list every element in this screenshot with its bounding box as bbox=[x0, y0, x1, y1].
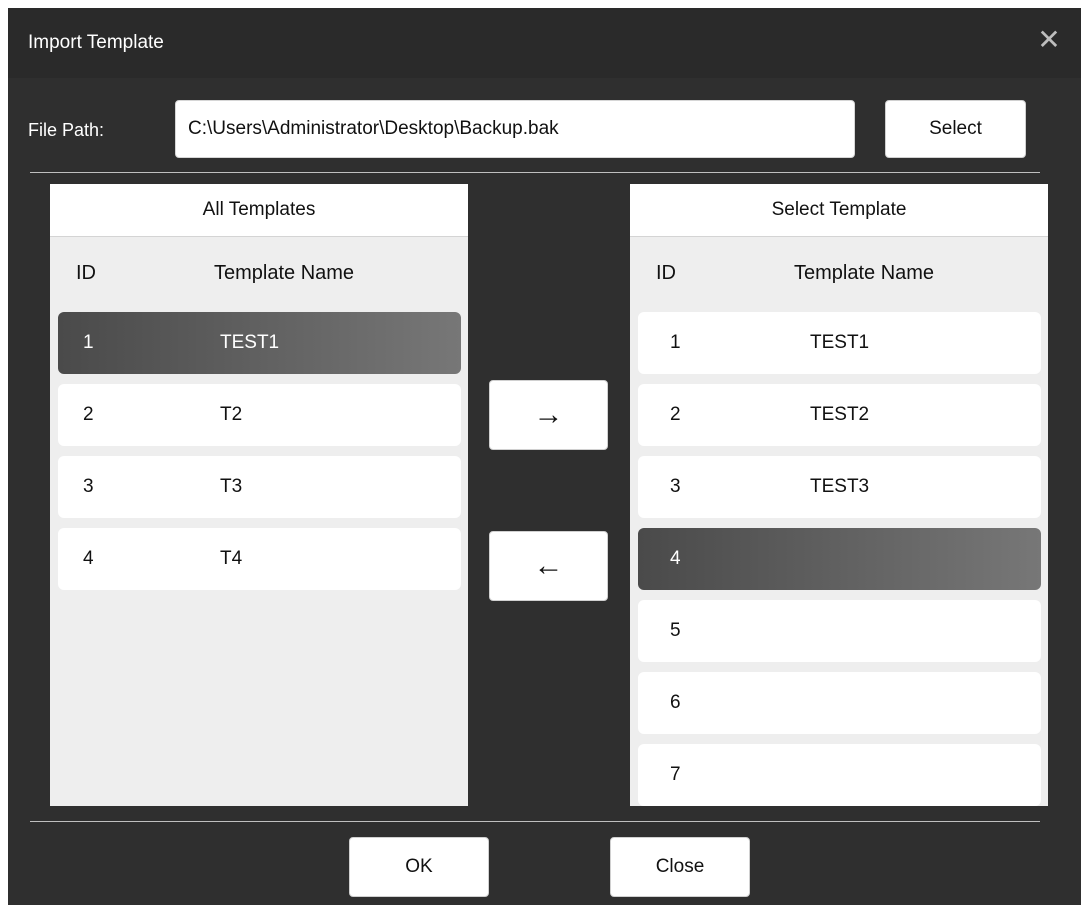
row-id: 4 bbox=[670, 548, 681, 569]
remove-from-selection-button[interactable]: ← bbox=[489, 531, 608, 601]
row-id: 5 bbox=[670, 620, 681, 641]
row-template-name: TEST2 bbox=[810, 404, 870, 425]
dialog-title: Import Template bbox=[28, 32, 164, 53]
row-template-name: T2 bbox=[220, 404, 243, 425]
import-template-dialog: Import Template ✕ File Path: Select All … bbox=[8, 8, 1081, 905]
template-row[interactable]: 6 bbox=[638, 672, 1041, 734]
id-column-header: ID bbox=[656, 262, 676, 284]
ok-button[interactable]: OK bbox=[349, 837, 489, 897]
row-template-name: T4 bbox=[220, 548, 243, 569]
close-icon[interactable]: ✕ bbox=[1031, 22, 1067, 58]
template-row[interactable]: 3 TEST3 bbox=[638, 456, 1041, 518]
file-path-label: File Path: bbox=[28, 120, 105, 140]
template-row[interactable]: 2 TEST2 bbox=[638, 384, 1041, 446]
row-id: 4 bbox=[83, 548, 94, 569]
template-name-column-header: Template Name bbox=[794, 262, 935, 284]
row-id: 6 bbox=[670, 692, 681, 713]
row-template-name: TEST3 bbox=[810, 476, 870, 497]
template-row[interactable]: 5 bbox=[638, 600, 1041, 662]
file-path-input[interactable] bbox=[175, 100, 855, 158]
template-row[interactable]: 7 bbox=[638, 744, 1041, 806]
row-id: 7 bbox=[670, 764, 681, 785]
select-file-button[interactable]: Select bbox=[885, 100, 1026, 158]
all-templates-panel: All Templates ID Template Name 1 TEST1 2 T2… bbox=[50, 184, 468, 806]
row-template-name: TEST1 bbox=[220, 332, 280, 353]
template-row[interactable]: 4 bbox=[638, 528, 1041, 590]
row-id: 1 bbox=[670, 332, 681, 353]
id-column-header: ID bbox=[76, 262, 96, 284]
close-button[interactable]: Close bbox=[610, 837, 750, 897]
row-template-name: T3 bbox=[220, 476, 243, 497]
arrow-right-icon: → bbox=[533, 398, 564, 431]
arrow-left-icon: ← bbox=[533, 549, 564, 582]
select-template-panel: Select Template ID Template Name 1 TEST1 2… bbox=[630, 184, 1048, 806]
title-bar: Import Template ✕ bbox=[8, 8, 1081, 78]
template-row[interactable]: 3 T3 bbox=[58, 456, 461, 518]
bottom-divider bbox=[30, 821, 1040, 822]
template-row[interactable]: 1 TEST1 bbox=[638, 312, 1041, 374]
top-divider bbox=[30, 172, 1040, 173]
template-row[interactable]: 4 T4 bbox=[58, 528, 461, 590]
template-row[interactable]: 1 TEST1 bbox=[58, 312, 461, 374]
select-template-header: Select Template bbox=[630, 184, 1048, 237]
row-id: 1 bbox=[83, 332, 94, 353]
row-id: 2 bbox=[670, 404, 681, 425]
all-templates-header: All Templates bbox=[50, 184, 468, 237]
template-row[interactable]: 2 T2 bbox=[58, 384, 461, 446]
row-id: 3 bbox=[670, 476, 681, 497]
add-to-selection-button[interactable]: → bbox=[489, 380, 608, 450]
row-id: 3 bbox=[83, 476, 94, 497]
template-name-column-header: Template Name bbox=[214, 262, 355, 284]
row-template-name: TEST1 bbox=[810, 332, 870, 353]
row-id: 2 bbox=[83, 404, 94, 425]
